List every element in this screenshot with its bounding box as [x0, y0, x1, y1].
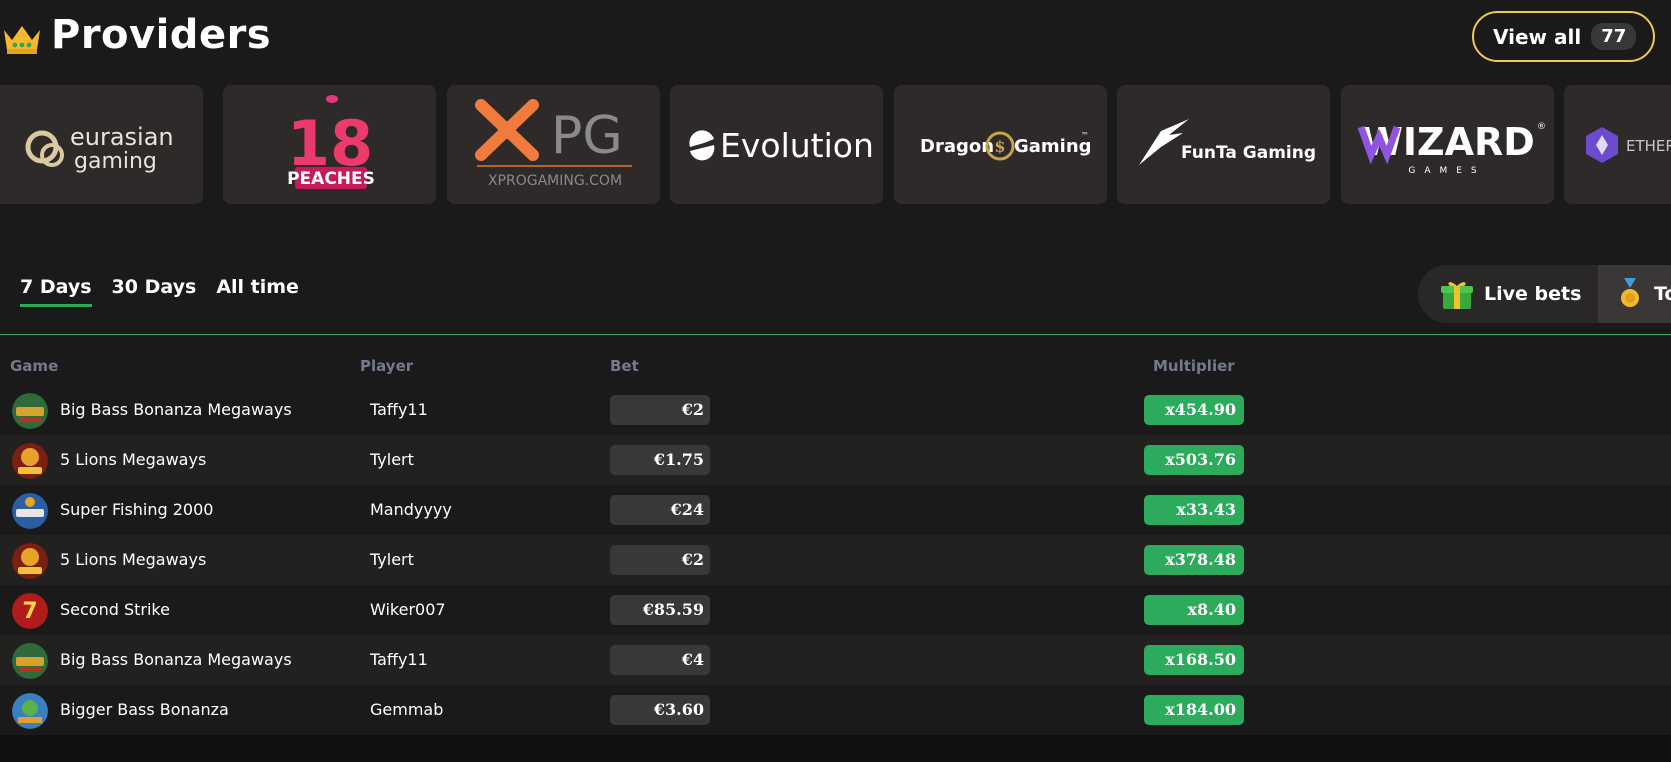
- medal-icon: [1621, 278, 1639, 307]
- bet-amount: €4: [610, 645, 710, 675]
- multiplier-badge: x503.76: [1144, 445, 1244, 475]
- xpg-pg: PG: [551, 106, 623, 166]
- providers-carousel: eurasian gaming 18 PEACHES PG XPROGAMING…: [0, 85, 1671, 205]
- table-row[interactable]: 7 Second Strike Wiker007 €85.59 x8.40: [0, 585, 1671, 635]
- wizard-games-logo: WIZARD ® GAMES: [1357, 120, 1546, 176]
- table-row[interactable]: Big Bass Bonanza Megaways Taffy11 €2 x454.9…: [0, 385, 1671, 435]
- provider-card-dragon[interactable]: Dragon $ Gaming ™: [894, 85, 1107, 204]
- dragon-right: Gaming: [1014, 136, 1092, 157]
- peaches-label: PEACHES: [287, 169, 375, 189]
- bet-amount: €3.60: [610, 695, 710, 725]
- bet-amount: €85.59: [610, 595, 710, 625]
- table-row[interactable]: Bigger Bass Bonanza Gemmab €3.60 x184.00: [0, 685, 1671, 735]
- live-bets-label: Live bets: [1484, 283, 1582, 305]
- tab-30-days[interactable]: 30 Days: [112, 276, 197, 307]
- bets-switch: Live bets To: [1418, 265, 1671, 323]
- top-bets-button[interactable]: To: [1598, 265, 1671, 323]
- providers-header: Providers View all 77: [0, 0, 1671, 80]
- live-bets-button[interactable]: Live bets: [1418, 265, 1597, 323]
- time-range-tabs: 7 Days 30 Days All time: [20, 276, 299, 307]
- provider-count-badge: 77: [1591, 23, 1637, 50]
- top-bets-label: To: [1654, 283, 1671, 305]
- game-name[interactable]: Super Fishing 2000: [60, 500, 213, 519]
- ethereum-label: ETHER: [1626, 137, 1671, 155]
- provider-card-ethereum[interactable]: ETHER: [1564, 85, 1671, 204]
- player-name: Mandyyyy: [370, 500, 452, 519]
- funta-gaming-logo: FunTa Gaming: [1139, 119, 1316, 165]
- gift-icon: [1441, 282, 1473, 309]
- table-row[interactable]: Super Fishing 2000 Mandyyyy €24 x33.43: [0, 485, 1671, 535]
- big-bass-icon: [12, 393, 48, 429]
- multiplier-badge: x8.40: [1144, 595, 1244, 625]
- wizard-sub: GAMES: [1408, 166, 1485, 176]
- lions-icon: [12, 443, 48, 479]
- game-name[interactable]: Second Strike: [60, 600, 170, 619]
- col-multiplier: Multiplier: [1153, 357, 1235, 375]
- bet-amount: €2: [610, 395, 710, 425]
- footer-band: [0, 735, 1671, 762]
- game-name[interactable]: Bigger Bass Bonanza: [60, 700, 229, 719]
- game-name[interactable]: 5 Lions Megaways: [60, 550, 206, 569]
- col-player: Player: [360, 357, 414, 375]
- col-game: Game: [10, 357, 59, 375]
- bets-table-header: Game Player Bet Multiplier: [0, 355, 1671, 377]
- xpg-logo: PG XPROGAMING.COM: [475, 99, 632, 189]
- seven-icon: 7: [12, 593, 48, 629]
- evolution-logo: Evolution: [689, 126, 874, 165]
- evolution-label: Evolution: [720, 126, 874, 165]
- ethereum-logo: ETHER: [1586, 127, 1671, 163]
- bet-amount: €2: [610, 545, 710, 575]
- eurasian-gaming-logo: eurasian gaming: [25, 123, 174, 174]
- multiplier-badge: x454.90: [1144, 395, 1244, 425]
- xpg-url: XPROGAMING.COM: [488, 173, 622, 189]
- bet-amount: €24: [610, 495, 710, 525]
- big-bass-icon: [12, 643, 48, 679]
- player-name: Taffy11: [370, 650, 428, 669]
- player-name: Tylert: [370, 550, 414, 569]
- game-name[interactable]: Big Bass Bonanza Megaways: [60, 650, 292, 669]
- bigger-bass-icon: [12, 693, 48, 729]
- section-divider: [0, 334, 1671, 335]
- tab-all-time[interactable]: All time: [216, 276, 299, 307]
- multiplier-badge: x378.48: [1144, 545, 1244, 575]
- dragon-gaming-logo: Dragon $ Gaming ™: [920, 131, 1092, 161]
- provider-card-evolution[interactable]: Evolution: [670, 85, 883, 204]
- eurasian-line2: gaming: [74, 149, 157, 174]
- table-row[interactable]: 5 Lions Megaways Tylert €1.75 x503.76: [0, 435, 1671, 485]
- svg-text:$: $: [994, 137, 1005, 156]
- fishing-icon: [12, 493, 48, 529]
- game-name[interactable]: Big Bass Bonanza Megaways: [60, 400, 292, 419]
- provider-card-xpg[interactable]: PG XPROGAMING.COM: [447, 85, 660, 204]
- page-title: Providers: [51, 12, 272, 58]
- player-name: Taffy11: [370, 400, 428, 419]
- player-name: Gemmab: [370, 700, 444, 719]
- lions-icon: [12, 543, 48, 579]
- game-name[interactable]: 5 Lions Megaways: [60, 450, 206, 469]
- provider-card-peaches[interactable]: 18 PEACHES: [223, 85, 436, 204]
- multiplier-badge: x184.00: [1144, 695, 1244, 725]
- wizard-reg: ®: [1537, 122, 1546, 132]
- dragon-left: Dragon: [920, 136, 994, 157]
- view-all-label: View all: [1493, 24, 1582, 49]
- crown-icon: [4, 26, 40, 54]
- table-row[interactable]: 5 Lions Megaways Tylert €2 x378.48: [0, 535, 1671, 585]
- table-row[interactable]: Big Bass Bonanza Megaways Taffy11 €4 x168.5…: [0, 635, 1671, 685]
- col-bet: Bet: [610, 357, 639, 375]
- player-name: Tylert: [370, 450, 414, 469]
- view-all-button[interactable]: View all 77: [1472, 11, 1655, 62]
- svg-text:7: 7: [22, 599, 37, 624]
- player-name: Wiker007: [370, 600, 446, 619]
- tab-7-days[interactable]: 7 Days: [20, 276, 92, 307]
- bets-table-body: Big Bass Bonanza Megaways Taffy11 €2 x454.9…: [0, 385, 1671, 735]
- eurasian-line1: eurasian: [70, 123, 174, 151]
- provider-card-eurasian[interactable]: eurasian gaming: [0, 85, 203, 204]
- multiplier-badge: x33.43: [1144, 495, 1244, 525]
- bet-amount: €1.75: [610, 445, 710, 475]
- funta-label: FunTa Gaming: [1181, 143, 1316, 163]
- dragon-tm: ™: [1081, 131, 1089, 140]
- multiplier-badge: x168.50: [1144, 645, 1244, 675]
- provider-card-funta[interactable]: FunTa Gaming: [1117, 85, 1330, 204]
- provider-card-wizard[interactable]: WIZARD ® GAMES: [1341, 85, 1554, 204]
- peaches-logo: 18 PEACHES: [287, 95, 375, 189]
